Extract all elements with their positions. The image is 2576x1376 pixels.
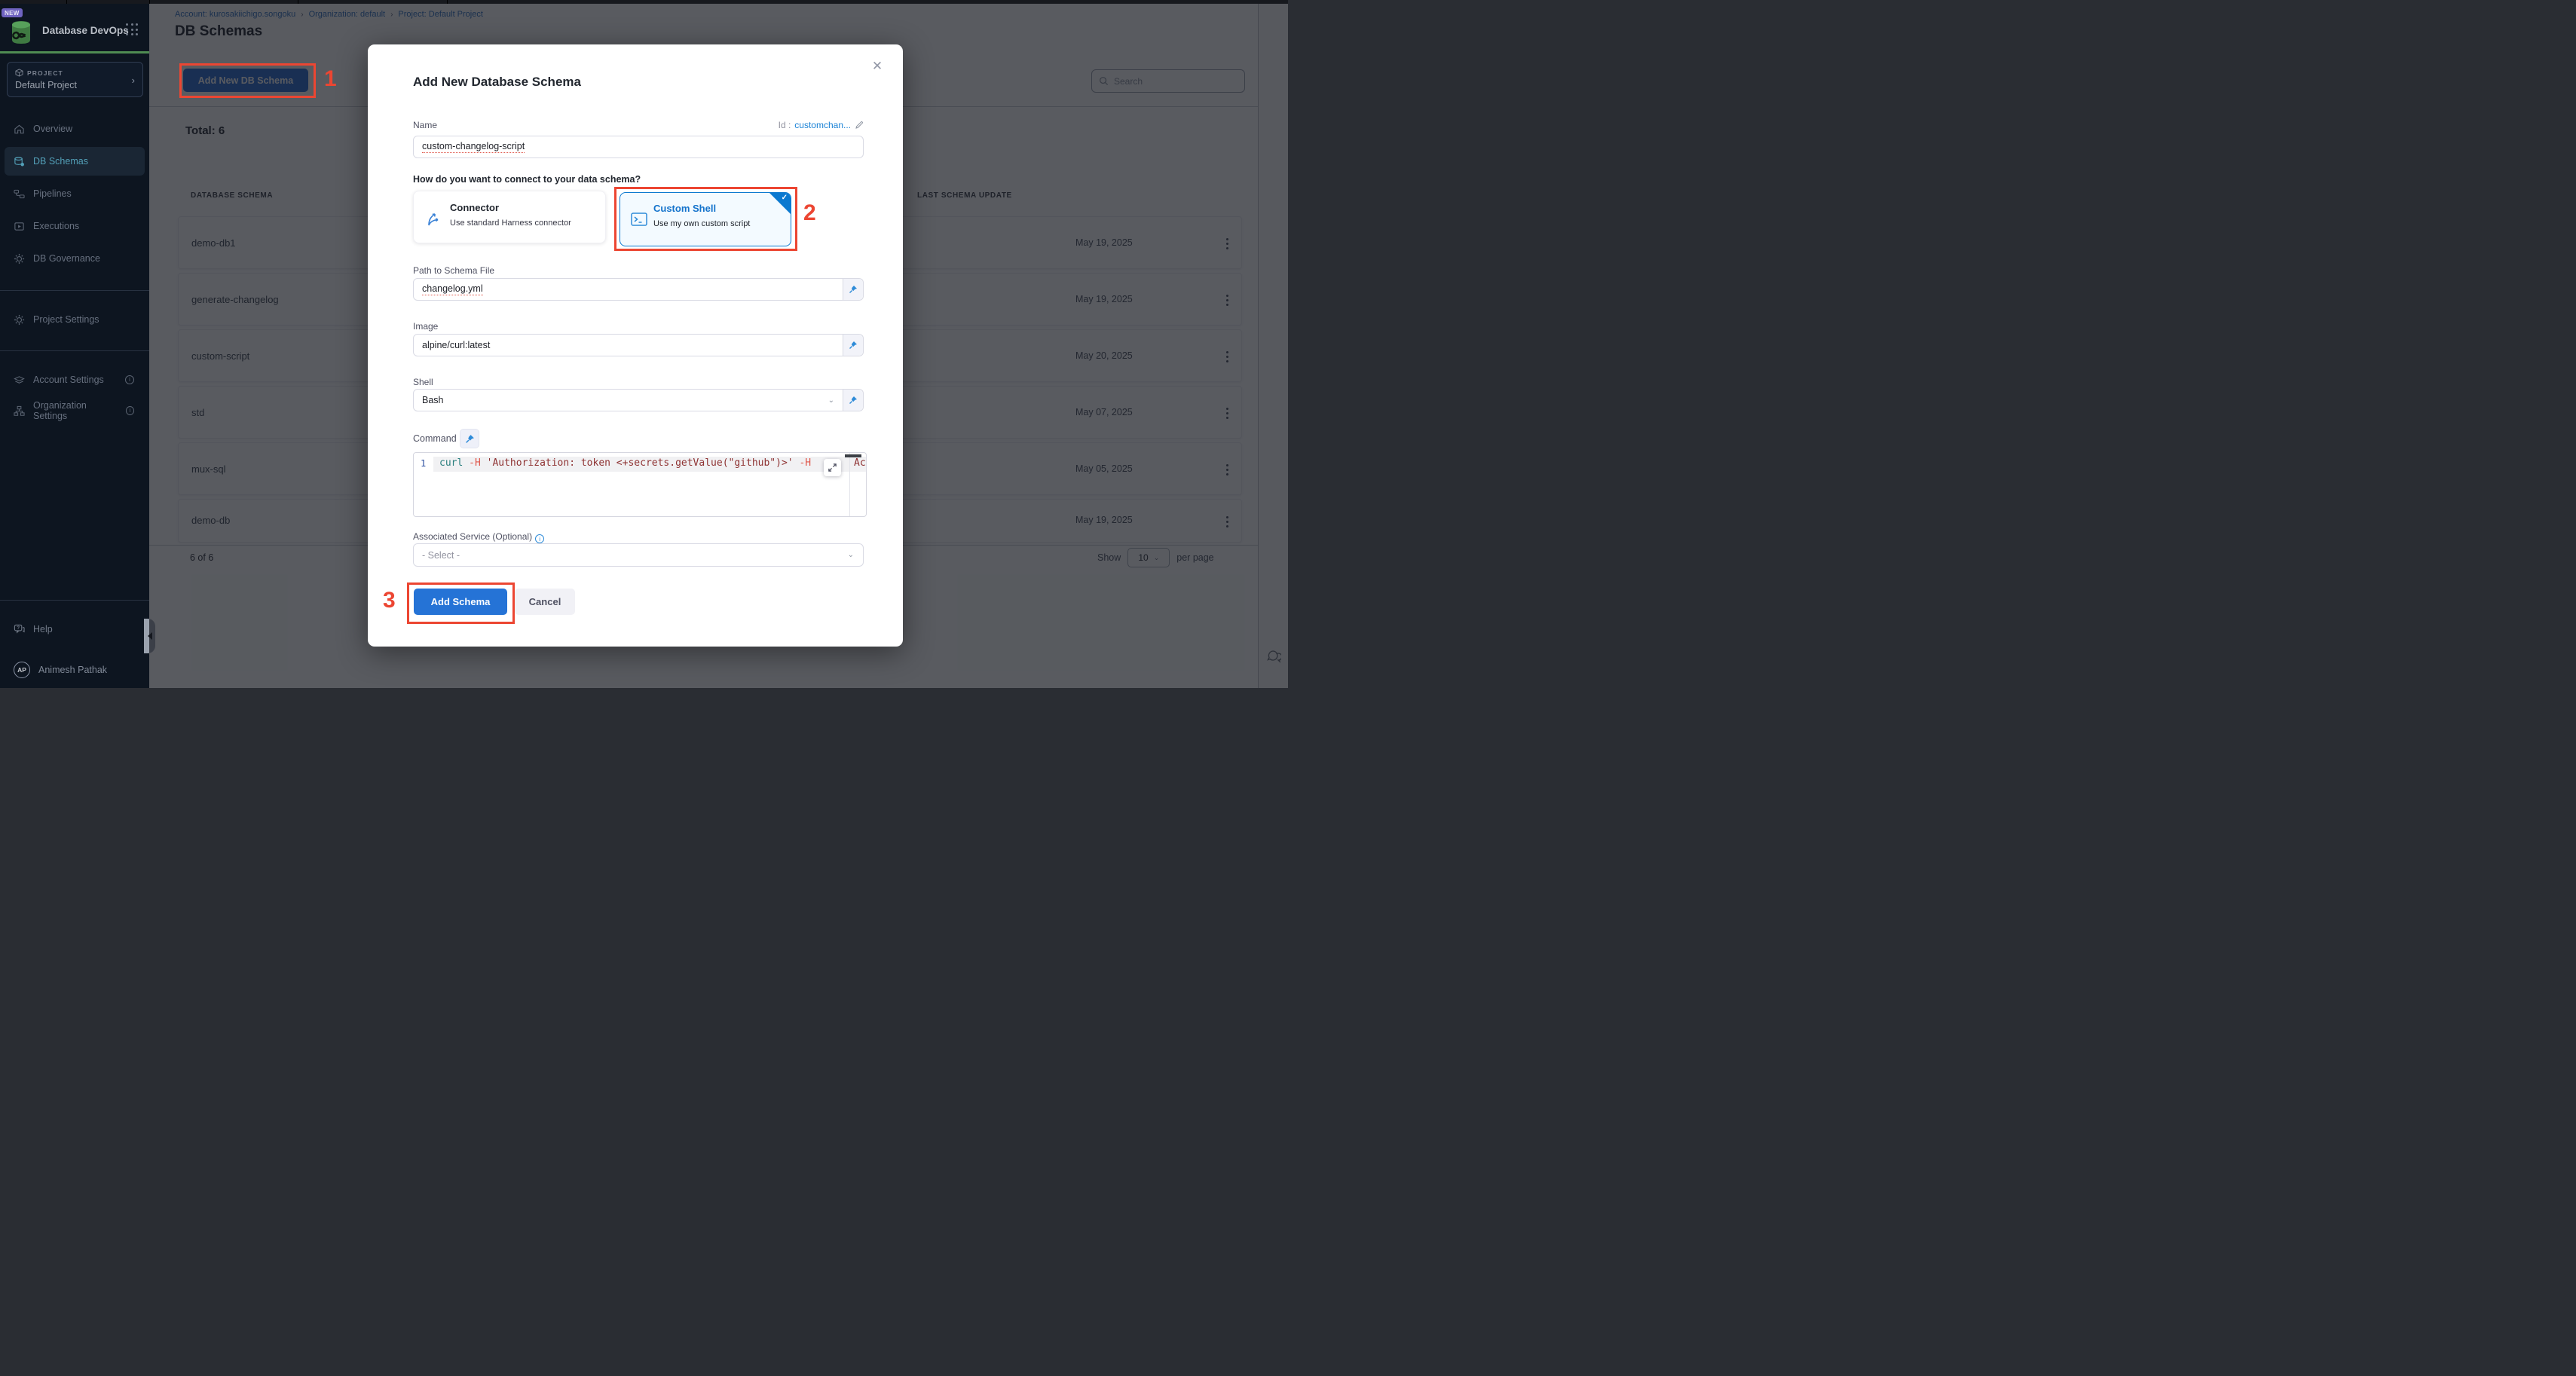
- editor-scrollbar[interactable]: [845, 454, 861, 457]
- sidebar-item-pipelines[interactable]: Pipelines: [5, 179, 145, 208]
- divider: [0, 350, 149, 351]
- connector-card[interactable]: Connector Use standard Harness connector: [413, 191, 606, 243]
- annotation-number-step1: 1: [324, 66, 337, 92]
- close-icon[interactable]: ✕: [869, 58, 886, 75]
- annotation-box-step2: [614, 187, 797, 251]
- window-top-strip: [0, 0, 1288, 4]
- project-name: Default Project: [15, 80, 77, 90]
- help-chat-icon: ?: [14, 624, 25, 635]
- image-input[interactable]: alpine/curl:latest: [413, 334, 864, 356]
- cancel-button[interactable]: Cancel: [515, 589, 575, 615]
- info-icon: i: [125, 375, 134, 384]
- sidebar-item-project-settings[interactable]: Project Settings: [5, 305, 145, 334]
- avatar: AP: [14, 662, 30, 678]
- path-input[interactable]: changelog.yml: [413, 278, 864, 301]
- add-schema-modal: ✕ Add New Database Schema Name Id : cust…: [368, 44, 903, 647]
- pin-runtime-input-icon[interactable]: [843, 390, 863, 411]
- svg-text:?: ?: [17, 625, 20, 631]
- sidebar: NEW Database DevOps PROJECT Default Proj…: [0, 4, 149, 688]
- name-input[interactable]: custom-changelog-script: [413, 136, 864, 158]
- associated-service-label: Associated Service (Optional)i: [413, 531, 544, 543]
- id-value[interactable]: customchan...: [794, 120, 851, 130]
- name-label: Name: [413, 120, 437, 130]
- app-window: NEW Database DevOps PROJECT Default Proj…: [0, 0, 1288, 688]
- command-code-line: curl -H 'Authorization: token <+secrets.…: [439, 457, 811, 469]
- associated-service-select[interactable]: - Select - ⌄: [413, 543, 864, 567]
- info-icon: i: [535, 534, 544, 543]
- sidebar-item-organization-settings[interactable]: Organization Settings i: [5, 396, 145, 425]
- user-profile[interactable]: AP Animesh Pathak: [5, 656, 145, 683]
- command-code-editor[interactable]: 1 curl -H 'Authorization: token <+secret…: [413, 452, 867, 517]
- modal-title: Add New Database Schema: [413, 75, 581, 90]
- layers-icon: [14, 375, 25, 386]
- pipelines-icon: [14, 188, 25, 200]
- clipped-code-text: Acc: [854, 457, 867, 469]
- sidebar-item-account-settings[interactable]: Account Settings i: [5, 365, 145, 394]
- database-devops-logo: [6, 17, 36, 47]
- project-label: PROJECT: [27, 69, 63, 77]
- org-tree-icon: [14, 405, 25, 417]
- connector-icon: [426, 209, 442, 228]
- command-label: Command: [413, 433, 457, 444]
- governance-gear-icon: [14, 253, 25, 264]
- annotation-box-step3: [407, 583, 515, 624]
- chevron-right-icon: ›: [132, 75, 135, 86]
- expand-editor-button[interactable]: [824, 459, 841, 476]
- pin-runtime-input-icon[interactable]: [843, 335, 863, 356]
- project-selector[interactable]: PROJECT Default Project ›: [7, 62, 143, 97]
- new-badge: NEW: [2, 8, 23, 17]
- divider: [0, 290, 149, 291]
- product-title: Database DevOps: [42, 25, 129, 36]
- edit-pencil-icon[interactable]: [855, 121, 864, 130]
- sidebar-item-executions[interactable]: Executions: [5, 212, 145, 240]
- annotation-box-step1: [179, 63, 316, 98]
- pin-runtime-input-button[interactable]: [460, 429, 479, 448]
- cube-icon: [15, 69, 23, 77]
- user-name: Animesh Pathak: [38, 665, 107, 675]
- brand-header: NEW Database DevOps: [0, 11, 149, 50]
- home-icon: [14, 124, 25, 135]
- chevron-down-icon: ⌄: [848, 551, 854, 559]
- help-button[interactable]: ? Help: [5, 616, 145, 643]
- editor-gutter-line: [849, 453, 850, 517]
- sidebar-item-db-schemas[interactable]: DB Schemas: [5, 147, 145, 176]
- db-schema-icon: [14, 156, 25, 167]
- chevron-down-icon: ⌄: [828, 396, 834, 405]
- line-number: 1: [421, 458, 426, 469]
- executions-icon: [14, 221, 25, 232]
- pin-runtime-input-icon[interactable]: [843, 279, 863, 300]
- module-indicator-bar: [0, 51, 149, 54]
- image-label: Image: [413, 321, 438, 332]
- info-icon: i: [126, 406, 134, 415]
- shell-label: Shell: [413, 377, 433, 387]
- sidebar-item-overview[interactable]: Overview: [5, 115, 145, 143]
- annotation-number-step2: 2: [803, 200, 816, 226]
- path-label: Path to Schema File: [413, 265, 494, 276]
- settings-gear-icon: [14, 314, 25, 326]
- entity-id: Id : customchan...: [779, 120, 864, 130]
- annotation-number-step3: 3: [383, 588, 396, 613]
- shell-select[interactable]: Bash ⌄: [413, 389, 864, 411]
- sidebar-item-db-governance[interactable]: DB Governance: [5, 244, 145, 273]
- divider: [0, 600, 149, 601]
- module-grid-icon[interactable]: [126, 23, 139, 36]
- connect-question: How do you want to connect to your data …: [413, 174, 641, 185]
